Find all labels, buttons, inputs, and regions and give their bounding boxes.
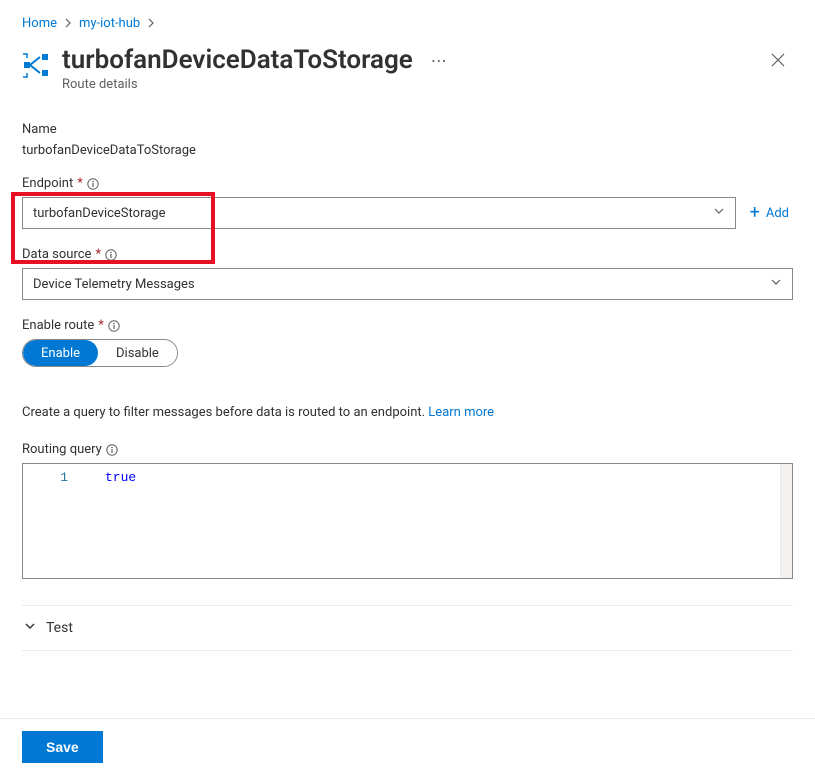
test-label: Test [46, 620, 73, 636]
required-indicator: * [95, 247, 101, 262]
breadcrumb-hub[interactable]: my-iot-hub [79, 16, 140, 31]
line-number: 1 [23, 470, 68, 485]
breadcrumb-home[interactable]: Home [22, 16, 57, 31]
routing-helper-text: Create a query to filter messages before… [22, 405, 793, 420]
name-label: Name [22, 122, 57, 137]
helper-text-content: Create a query to filter messages before… [22, 405, 428, 420]
routing-query-field-group: Routing query 1 true [22, 442, 793, 579]
routing-query-label: Routing query [22, 442, 102, 457]
info-icon[interactable] [87, 178, 99, 190]
chevron-right-icon [63, 17, 73, 31]
save-button[interactable]: Save [22, 731, 103, 763]
chevron-down-icon [24, 620, 36, 636]
chevron-right-icon [146, 17, 156, 31]
endpoint-label: Endpoint [22, 176, 73, 191]
info-icon[interactable] [106, 444, 118, 456]
add-endpoint-label: Add [766, 206, 789, 221]
disable-option[interactable]: Disable [98, 340, 177, 366]
plus-icon: + [750, 204, 760, 222]
editor-scrollbar[interactable] [780, 464, 792, 578]
name-field-group: Name turbofanDeviceDataToStorage [22, 122, 793, 158]
chevron-down-icon [770, 276, 782, 292]
endpoint-select[interactable]: turbofanDeviceStorage [22, 197, 736, 229]
endpoint-select-value: turbofanDeviceStorage [33, 206, 165, 221]
editor-content[interactable]: true [77, 464, 780, 578]
test-section-toggle[interactable]: Test [22, 606, 793, 650]
editor-gutter: 1 [23, 464, 77, 578]
data-source-select[interactable]: Device Telemetry Messages [22, 268, 793, 300]
divider [22, 650, 793, 651]
enable-route-toggle: Enable Disable [22, 339, 178, 367]
enable-route-field-group: Enable route * Enable Disable [22, 318, 793, 367]
breadcrumb: Home my-iot-hub [0, 0, 815, 31]
more-actions-button[interactable]: ⋯ [427, 51, 452, 70]
page-subtitle: Route details [62, 77, 751, 92]
enable-route-label: Enable route [22, 318, 94, 333]
chevron-down-icon [713, 205, 725, 221]
info-icon[interactable] [108, 320, 120, 332]
required-indicator: * [98, 318, 104, 333]
data-source-field-group: Data source * Device Telemetry Messages [22, 247, 793, 300]
page-header: turbofanDeviceDataToStorage ⋯ Route deta… [0, 31, 815, 92]
route-resource-icon [22, 51, 50, 79]
close-button[interactable] [763, 45, 793, 79]
code-token: true [105, 470, 136, 485]
add-endpoint-button[interactable]: + Add [746, 197, 793, 229]
footer: Save [0, 718, 815, 775]
learn-more-link[interactable]: Learn more [428, 405, 494, 420]
name-value: turbofanDeviceDataToStorage [22, 143, 793, 158]
data-source-select-value: Device Telemetry Messages [33, 277, 195, 292]
endpoint-field-group: Endpoint * turbofanDeviceStorage + Add [22, 176, 793, 229]
enable-option[interactable]: Enable [23, 340, 98, 366]
required-indicator: * [77, 176, 83, 191]
data-source-label: Data source [22, 247, 91, 262]
routing-query-editor[interactable]: 1 true [22, 463, 793, 579]
close-icon [771, 53, 785, 67]
info-icon[interactable] [105, 249, 117, 261]
page-title: turbofanDeviceDataToStorage [62, 45, 413, 75]
